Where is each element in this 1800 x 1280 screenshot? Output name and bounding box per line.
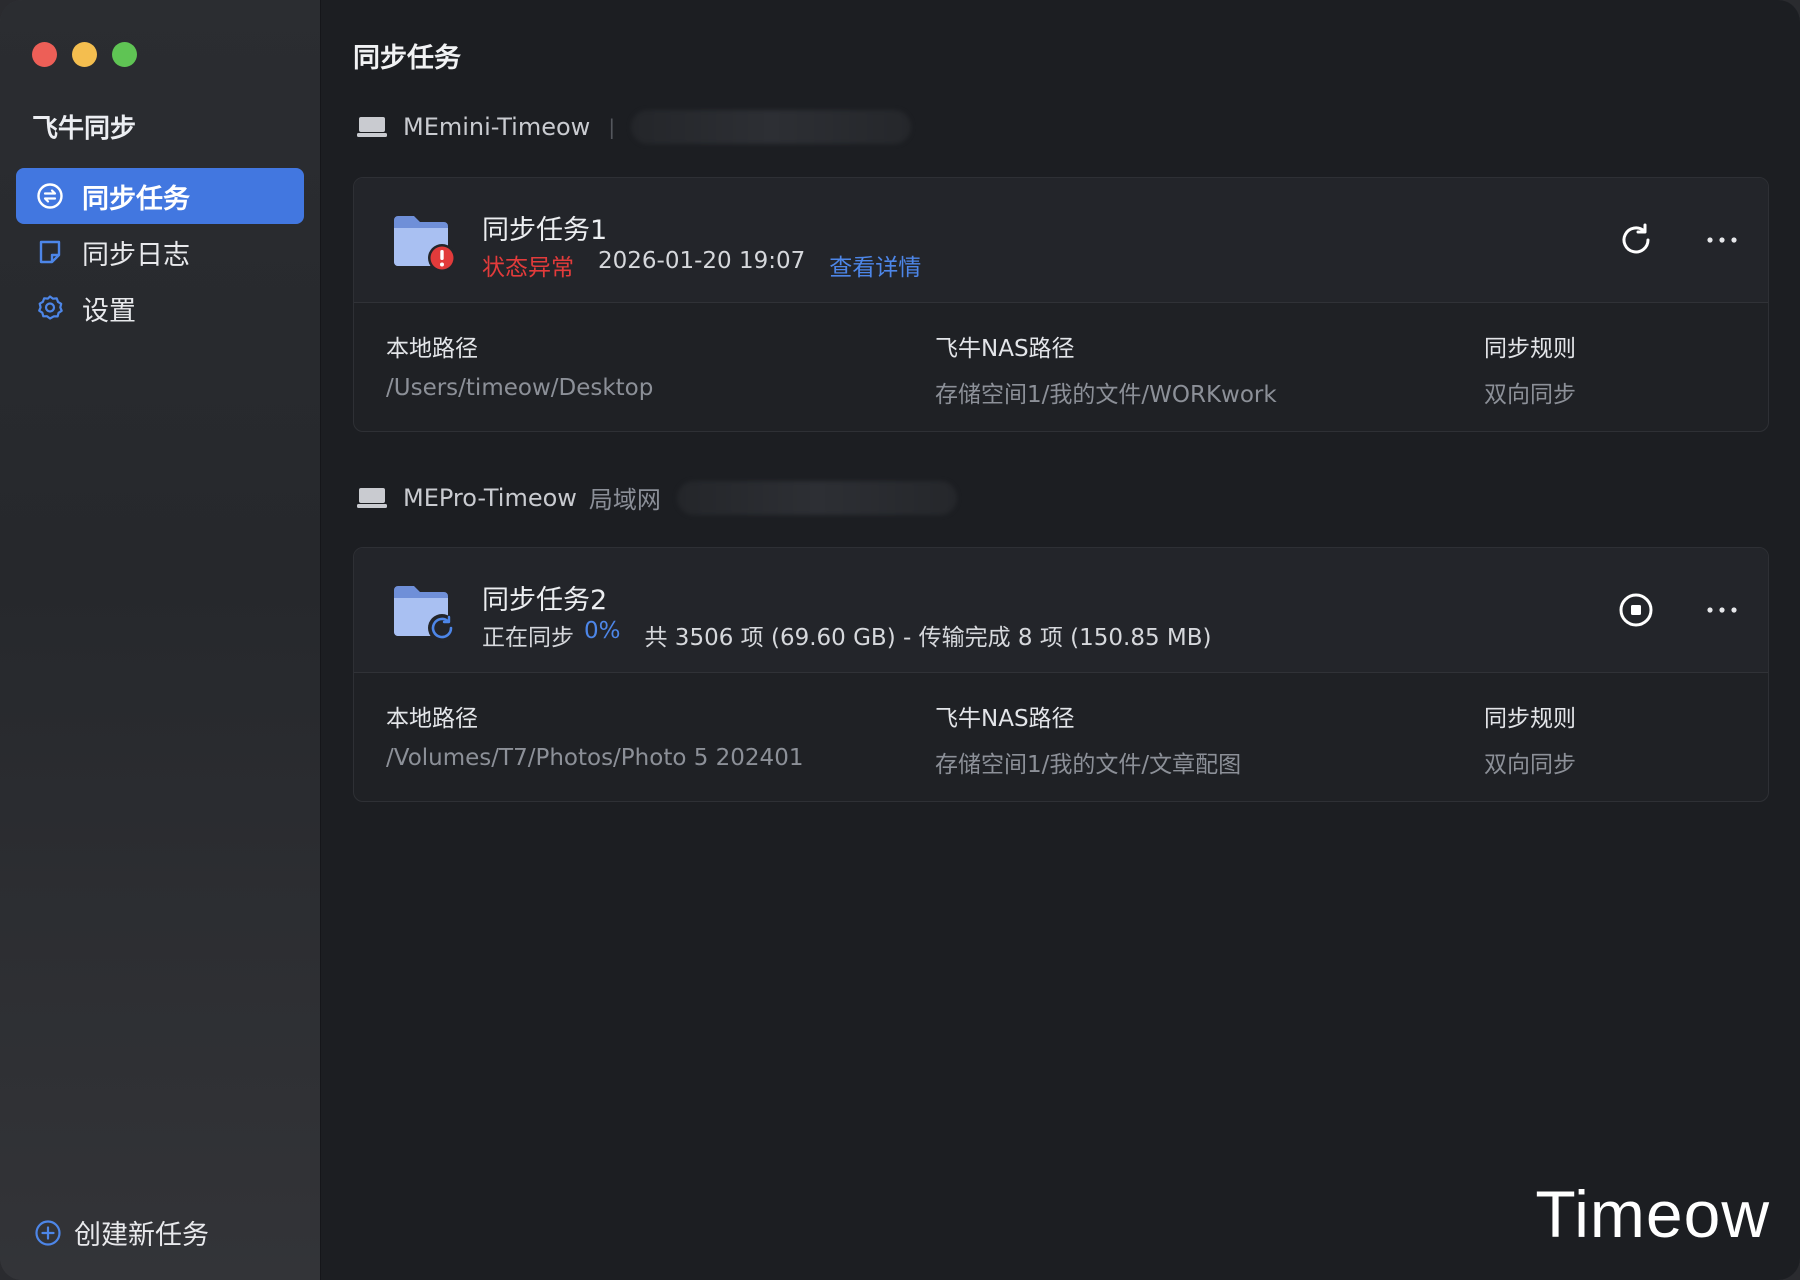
- task-details: 本地路径 /Users/timeow/Desktop 飞牛NAS路径 存储空间1…: [354, 303, 1768, 431]
- nas-path-label: 飞牛NAS路径: [935, 336, 1075, 362]
- close-window-button[interactable]: [32, 42, 57, 67]
- main-panel: 同步任务 MEmini-Timeow | 同步任务1 状态异常 2026-01-…: [321, 0, 1800, 1280]
- task-details: 本地路径 /Volumes/T7/Photos/Photo 5 202401 飞…: [354, 673, 1768, 801]
- app-title: 飞牛同步: [32, 114, 137, 144]
- status-error-text: 状态异常: [482, 255, 574, 281]
- sync-rule-label: 同步规则: [1484, 336, 1576, 362]
- folder-syncing-icon: [392, 580, 458, 642]
- nas-path-column: 飞牛NAS路径 存储空间1/我的文件/文章配图: [935, 699, 1241, 779]
- gear-icon: [34, 292, 66, 324]
- local-path-value: /Volumes/T7/Photos/Photo 5 202401: [386, 745, 804, 771]
- status-time: 2026-01-20 19:07: [598, 248, 806, 274]
- more-options-button[interactable]: [1702, 590, 1742, 630]
- log-note-icon: [34, 236, 66, 268]
- app-window: 飞牛同步 同步任务 同步日志 设置 创建新任务 同步任务 MEmini-Time…: [0, 0, 1800, 1280]
- sidebar-item-sync-tasks[interactable]: 同步任务: [16, 168, 304, 224]
- status-syncing-text: 正在同步: [482, 625, 574, 651]
- stop-sync-button[interactable]: [1616, 590, 1656, 630]
- device-name: MEPro-Timeow: [403, 483, 577, 512]
- sidebar-nav: 同步任务 同步日志 设置: [16, 168, 304, 336]
- sync-rule-label: 同步规则: [1484, 706, 1576, 732]
- task-status-line: 正在同步 0% 共 3506 项 (69.60 GB) - 传输完成 8 项 (…: [482, 618, 1212, 652]
- task-name: 同步任务1: [482, 215, 608, 246]
- task-header: 同步任务2 正在同步 0% 共 3506 项 (69.60 GB) - 传输完成…: [354, 548, 1768, 673]
- sync-task-card[interactable]: 同步任务2 正在同步 0% 共 3506 项 (69.60 GB) - 传输完成…: [353, 547, 1769, 802]
- task-name: 同步任务2: [482, 585, 608, 616]
- nas-path-column: 飞牛NAS路径 存储空间1/我的文件/WORKwork: [935, 329, 1277, 409]
- watermark-text: Timeow: [1535, 1177, 1770, 1251]
- sync-progress: 0%: [584, 618, 621, 644]
- redacted-address: [631, 110, 912, 144]
- task-header: 同步任务1 状态异常 2026-01-20 19:07 查看详情: [354, 178, 1768, 303]
- zoom-window-button[interactable]: [112, 42, 137, 67]
- local-path-column: 本地路径 /Users/timeow/Desktop: [386, 329, 653, 401]
- local-path-label: 本地路径: [386, 706, 478, 732]
- device-separator: |: [608, 115, 616, 139]
- task-status-line: 状态异常 2026-01-20 19:07 查看详情: [482, 248, 921, 282]
- retry-sync-button[interactable]: [1616, 220, 1656, 260]
- local-path-label: 本地路径: [386, 336, 478, 362]
- nas-path-label: 飞牛NAS路径: [935, 706, 1075, 732]
- minimize-window-button[interactable]: [72, 42, 97, 67]
- redacted-address: [676, 480, 957, 515]
- nas-path-value: 存储空间1/我的文件/WORKwork: [935, 382, 1277, 408]
- sidebar: 飞牛同步 同步任务 同步日志 设置 创建新任务: [0, 0, 321, 1280]
- device-header: MEmini-Timeow |: [357, 110, 912, 144]
- sync-summary: 共 3506 项 (69.60 GB) - 传输完成 8 项 (150.85 M…: [644, 625, 1212, 651]
- sidebar-item-settings[interactable]: 设置: [16, 280, 304, 336]
- folder-error-icon: [392, 210, 458, 272]
- network-tag: 局域网: [588, 486, 661, 514]
- sidebar-item-sync-log[interactable]: 同步日志: [16, 224, 304, 280]
- sync-circle-icon: [34, 180, 66, 212]
- sync-rule-value: 双向同步: [1484, 752, 1576, 778]
- view-details-link[interactable]: 查看详情: [829, 248, 921, 282]
- local-path-value: /Users/timeow/Desktop: [386, 375, 654, 401]
- sync-task-card[interactable]: 同步任务1 状态异常 2026-01-20 19:07 查看详情 本地路径 /U…: [353, 177, 1769, 432]
- create-task-label: 创建新任务: [74, 1220, 209, 1251]
- create-task-button[interactable]: 创建新任务: [34, 1213, 209, 1252]
- sidebar-item-label: 设置: [82, 295, 136, 327]
- sidebar-item-label: 同步日志: [82, 239, 190, 271]
- plus-circle-icon: [34, 1218, 64, 1248]
- more-options-button[interactable]: [1702, 220, 1742, 260]
- computer-icon: [357, 485, 389, 511]
- nas-path-value: 存储空间1/我的文件/文章配图: [935, 752, 1242, 778]
- page-title: 同步任务: [353, 43, 461, 74]
- local-path-column: 本地路径 /Volumes/T7/Photos/Photo 5 202401: [386, 699, 803, 771]
- device-header: MEPro-Timeow 局域网: [357, 480, 957, 515]
- device-name: MEmini-Timeow: [403, 113, 591, 141]
- sync-rule-column: 同步规则 双向同步: [1484, 329, 1576, 409]
- window-controls: [32, 42, 137, 67]
- sync-rule-column: 同步规则 双向同步: [1484, 699, 1576, 779]
- computer-icon: [357, 114, 389, 140]
- sync-rule-value: 双向同步: [1484, 382, 1576, 408]
- sidebar-item-label: 同步任务: [82, 183, 190, 215]
